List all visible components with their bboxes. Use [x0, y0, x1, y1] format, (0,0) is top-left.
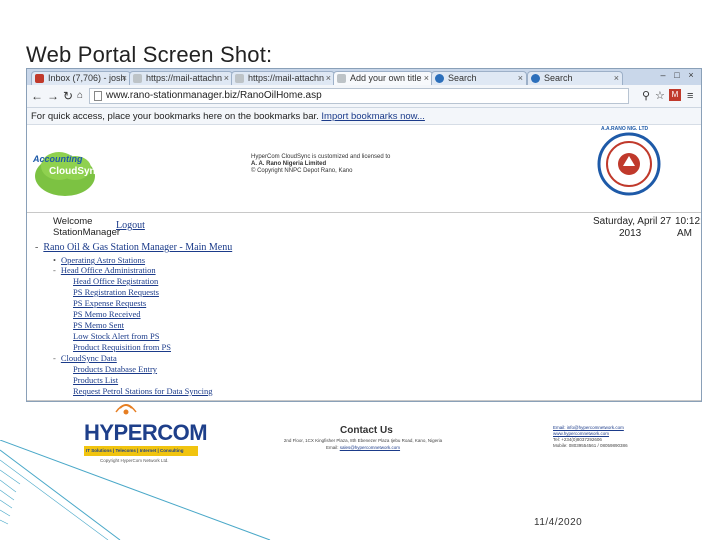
menu-item-ps-expense-requests[interactable]: PS Expense Requests — [73, 298, 146, 308]
menu-root-label: Rano Oil & Gas Station Manager - Main Me… — [43, 242, 233, 253]
rano-logo — [597, 132, 661, 196]
tab-mail-attachment-1[interactable]: https://mail-attachn × — [129, 71, 233, 85]
back-button[interactable]: ← — [31, 89, 43, 103]
tab-add-title[interactable]: Add your own title × — [333, 71, 433, 85]
contact-title: Contact Us — [340, 425, 393, 436]
menu-section-label: Head Office Administration — [60, 265, 156, 275]
browser-window: Inbox (7,706) - josh × https://mail-atta… — [26, 68, 702, 402]
contact-email-link[interactable]: sales@hypercomnetwork.com — [340, 445, 400, 450]
mobile-text: Mobile: 08039554561 / 08059890386 — [553, 443, 628, 448]
menu-icon[interactable]: ≡ — [687, 89, 693, 103]
search-icon — [435, 74, 444, 83]
search-icon[interactable]: ⚲ — [642, 89, 650, 103]
collapse-icon: - — [35, 242, 39, 253]
tab-label: https://mail-attachn — [248, 73, 325, 83]
page-icon — [133, 74, 142, 83]
collapse-icon: - — [53, 353, 56, 363]
license-line-2: A. A. Rano Nigeria Limited — [251, 161, 327, 167]
maximize-button[interactable]: □ — [671, 70, 683, 81]
home-icon[interactable]: ⌂ — [77, 89, 83, 103]
contact-details: 2nd Floor, 1CX Kingfisher Plaza, 8th Ebe… — [278, 437, 448, 451]
menu-item-request-data-syncing[interactable]: Request Petrol Stations for Data Syncing — [73, 386, 213, 396]
tab-search-1[interactable]: Search × — [431, 71, 527, 85]
import-bookmarks-link[interactable]: Import bookmarks now... — [321, 111, 424, 122]
bookmarks-hint: For quick access, place your bookmarks h… — [31, 111, 322, 122]
tab-label: https://mail-attachn — [146, 73, 223, 83]
bullet-icon: • — [53, 255, 56, 265]
menu-section-label: CloudSync Data — [60, 353, 117, 363]
menu-root[interactable]: - Rano Oil & Gas Station Manager - Main M… — [35, 242, 232, 253]
menu-item-low-stock-alert[interactable]: Low Stock Alert from PS — [73, 331, 159, 341]
license-line-1: HyperCom CloudSync is customized and lic… — [251, 154, 391, 160]
accounting-logo-text: Accounting — [33, 154, 83, 164]
divider — [27, 212, 701, 213]
close-window-button[interactable]: × — [685, 70, 697, 81]
menu-section-head-office[interactable]: - Head Office Administration — [53, 265, 156, 275]
cloudsync-logo-text: CloudSync — [49, 166, 102, 177]
bookmarks-bar: For quick access, place your bookmarks h… — [27, 108, 701, 125]
page-icon — [235, 74, 244, 83]
license-line-3: © Copyright NNPC Depot Rano, Kano — [251, 168, 353, 174]
tab-label: Search — [448, 73, 477, 83]
close-icon[interactable]: × — [518, 72, 523, 85]
tab-label: Inbox (7,706) - josh — [48, 73, 126, 83]
menu-item-ps-memo-sent[interactable]: PS Memo Sent — [73, 320, 124, 330]
search-icon — [531, 74, 540, 83]
welcome-text: Welcome StationManager — [53, 216, 120, 238]
slide-date: 11/4/2020 — [534, 517, 583, 528]
close-icon[interactable]: × — [224, 72, 229, 85]
tab-search-2[interactable]: Search × — [527, 71, 623, 85]
time-text: 10:12:03 — [675, 216, 701, 227]
forward-button[interactable]: → — [47, 89, 59, 103]
welcome-line-1: Welcome — [53, 216, 93, 227]
contact-email-label: Email: — [325, 445, 340, 450]
reload-button[interactable]: ↻ — [63, 89, 73, 103]
logout-link[interactable]: Logout — [116, 220, 145, 231]
decorative-lines — [0, 440, 271, 540]
tab-label: Search — [544, 73, 573, 83]
welcome-user: StationManager — [53, 227, 121, 238]
close-icon[interactable]: × — [326, 72, 331, 85]
menu-section-operating[interactable]: • Operating Astro Stations — [53, 255, 145, 265]
address-bar[interactable]: www.rano-stationmanager.biz/RanoOilHome.… — [89, 88, 629, 104]
contact-address: 2nd Floor, 1CX Kingfisher Plaza, 8th Ebe… — [283, 438, 443, 443]
ampm-text: AM — [677, 228, 692, 239]
menu-item-products-database-entry[interactable]: Products Database Entry — [73, 364, 157, 374]
divider — [27, 400, 701, 401]
date-text: Saturday, April 27 — [593, 216, 672, 227]
menu-item-ps-memo-received[interactable]: PS Memo Received — [73, 309, 141, 319]
year-text: 2013 — [619, 228, 642, 239]
star-icon[interactable]: ☆ — [655, 89, 665, 103]
minimize-button[interactable]: – — [657, 70, 669, 81]
rano-logo-text: A.A.RANO NIG. LTD — [601, 126, 649, 132]
menu-section-label: Operating Astro Stations — [60, 255, 146, 265]
close-icon[interactable]: × — [614, 72, 619, 85]
close-icon[interactable]: × — [122, 72, 127, 85]
license-text: HyperCom CloudSync is customized and lic… — [251, 154, 471, 175]
contact-right-block: Email: info@hypercomnetwork.com www.hype… — [553, 425, 633, 449]
tab-mail-attachment-2[interactable]: https://mail-attachn × — [231, 71, 335, 85]
gmail-extension-icon[interactable]: M — [669, 89, 681, 101]
nav-bar: ← → ↻ ⌂ www.rano-stationmanager.biz/Rano… — [27, 85, 701, 108]
menu-section-cloudsync[interactable]: - CloudSync Data — [53, 353, 117, 363]
contact-email-row: Email: sales@hypercomnetwork.com — [278, 444, 448, 451]
menu-item-products-list[interactable]: Products List — [73, 375, 118, 385]
menu-item-ps-registration-requests[interactable]: PS Registration Requests — [73, 287, 159, 297]
tab-bar: Inbox (7,706) - josh × https://mail-atta… — [27, 69, 701, 85]
tab-inbox[interactable]: Inbox (7,706) - josh × — [31, 71, 131, 85]
tab-label: Add your own title — [350, 73, 422, 83]
close-icon[interactable]: × — [424, 72, 429, 85]
gmail-icon — [35, 74, 44, 83]
slide-title: Web Portal Screen Shot: — [26, 42, 273, 67]
collapse-icon: - — [53, 265, 56, 275]
url-text: www.rano-stationmanager.biz/RanoOilHome.… — [106, 90, 322, 101]
page-icon — [94, 91, 102, 101]
page-icon — [337, 74, 346, 83]
menu-item-head-office-registration[interactable]: Head Office Registration — [73, 276, 158, 286]
menu-item-product-requisition[interactable]: Product Requisition from PS — [73, 342, 171, 352]
page-content: Accounting CloudSync HyperCom CloudSync … — [27, 126, 701, 401]
